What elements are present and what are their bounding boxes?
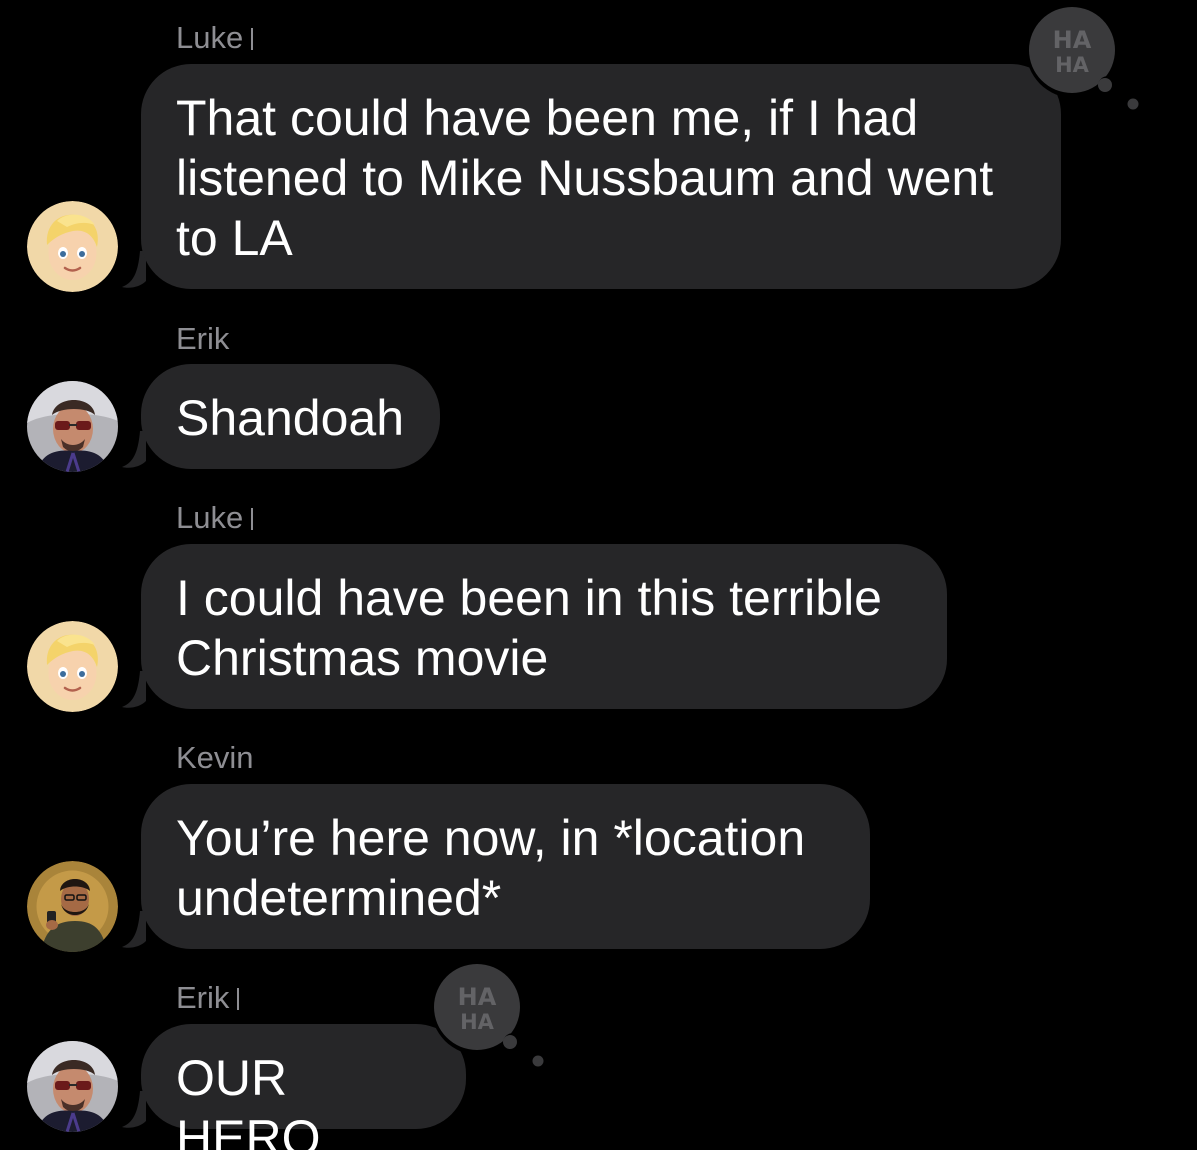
sender-name-erik: Erik [176,321,230,356]
sender-name-kevin: Kevin [176,740,254,775]
avatar-luke[interactable] [27,621,118,712]
sender-name-erik: Erik [176,980,240,1016]
avatar-luke[interactable] [27,201,118,292]
avatar-erik[interactable] [27,381,118,472]
message-text: OUR HERO [176,1050,321,1150]
message-bubble[interactable]: OUR HERO [141,1024,466,1150]
message-text: You’re here now, in *location undetermin… [176,810,806,926]
haha-tapback-icon[interactable]: HA HA [1020,0,1139,112]
haha-tapback-icon[interactable]: HA HA [425,957,544,1069]
svg-text:HA: HA [460,1010,495,1034]
avatar-erik[interactable] [27,1041,118,1132]
sender-name-luke: Luke [176,500,254,536]
message-text: That could have been me, if I had listen… [176,90,994,266]
message-text: Shandoah [176,390,405,446]
sender-name-luke: Luke [176,20,254,56]
message-bubble[interactable]: Shandoah [141,364,440,469]
avatar-kevin[interactable] [27,861,118,952]
svg-text:HA: HA [1053,26,1092,54]
message-bubble[interactable]: You’re here now, in *location undetermin… [141,784,870,949]
message-bubble[interactable]: That could have been me, if I had listen… [141,64,1061,289]
message-bubble[interactable]: I could have been in this terrible Chris… [141,544,947,709]
message-text: I could have been in this terrible Chris… [176,570,882,686]
svg-text:HA: HA [1055,53,1090,77]
svg-text:HA: HA [458,983,497,1011]
